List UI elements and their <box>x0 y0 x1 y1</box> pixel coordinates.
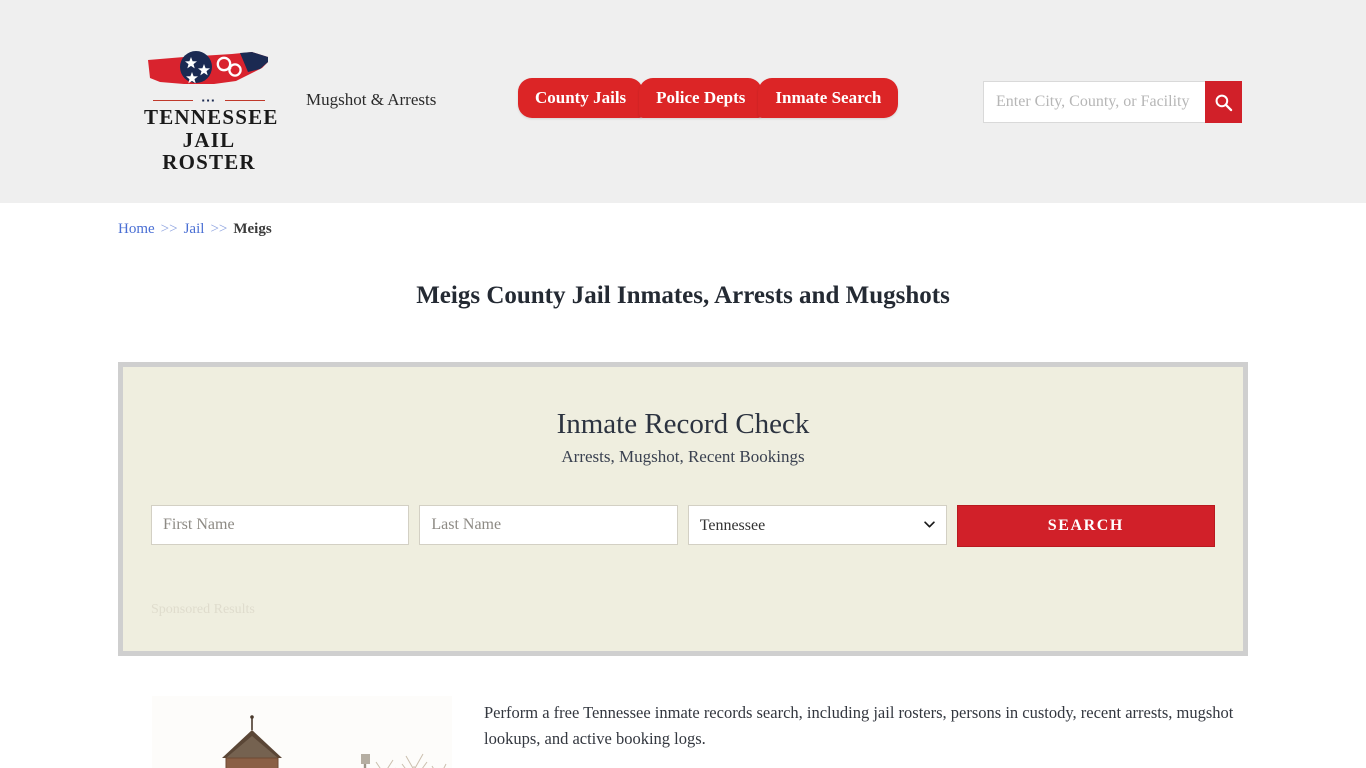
first-name-input[interactable] <box>151 505 410 545</box>
state-select-wrapper: Tennessee <box>687 505 947 547</box>
nav-item-inmate-search[interactable]: Inmate Search <box>758 78 899 118</box>
logo-line-1: TENNESSEE <box>144 105 279 129</box>
breadcrumb: Home >> Jail >> Meigs <box>118 203 1248 238</box>
site-tagline: Mugshot & Arrests <box>306 90 437 109</box>
inmate-search-submit-button[interactable]: SEARCH <box>956 505 1215 547</box>
nav-item-county-jails[interactable]: County Jails <box>518 78 644 118</box>
search-icon <box>1215 94 1233 111</box>
inmate-record-check-card: Inmate Record Check Arrests, Mugshot, Re… <box>118 362 1248 656</box>
site-logo[interactable]: ▪▪▪ TENNESSEE JAIL ROSTER <box>144 48 279 175</box>
content-paragraph-1: Perform a free Tennessee inmate records … <box>484 703 1234 749</box>
inmate-search-form: Tennessee SEARCH <box>151 505 1215 547</box>
content-text: Perform a free Tennessee inmate records … <box>484 696 1248 768</box>
breadcrumb-link-jail[interactable]: Jail <box>184 221 205 237</box>
content-section: Perform a free Tennessee inmate records … <box>118 696 1248 768</box>
header-search <box>983 81 1242 123</box>
header-search-input[interactable] <box>983 81 1205 123</box>
logo-line-2: JAIL ROSTER <box>162 127 256 175</box>
nav-item-police-depts[interactable]: Police Depts <box>639 78 763 118</box>
last-name-input[interactable] <box>419 505 678 545</box>
main-container: Home >> Jail >> Meigs Meigs County Jail Inma… <box>118 203 1248 768</box>
site-header: ▪▪▪ TENNESSEE JAIL ROSTER Mugshot & Arre… <box>0 0 1366 203</box>
logo-dots: ▪▪▪ <box>201 96 217 105</box>
header-inner: ▪▪▪ TENNESSEE JAIL ROSTER Mugshot & Arre… <box>118 0 1248 203</box>
record-check-subtitle: Arrests, Mugshot, Recent Bookings <box>561 447 805 466</box>
breadcrumb-current: Meigs <box>233 221 272 237</box>
logo-divider: ▪▪▪ <box>153 96 265 105</box>
page-title: Meigs County Jail Inmates, Arrests and M… <box>416 282 950 309</box>
courthouse-photo <box>152 696 452 768</box>
courthouse-clock-tower-image <box>152 696 452 768</box>
breadcrumb-separator-2: >> <box>210 221 228 237</box>
header-search-button[interactable] <box>1205 81 1242 123</box>
sponsored-results-label: Sponsored Results <box>151 602 255 617</box>
breadcrumb-separator-1: >> <box>160 221 178 237</box>
record-check-title: Inmate Record Check <box>556 408 810 440</box>
state-select[interactable]: Tennessee <box>687 505 947 545</box>
breadcrumb-link-home[interactable]: Home <box>118 221 155 237</box>
tennessee-state-handcuffs-logo <box>148 51 268 84</box>
primary-navigation: County Jails Police Depts Inmate Search <box>518 78 899 118</box>
